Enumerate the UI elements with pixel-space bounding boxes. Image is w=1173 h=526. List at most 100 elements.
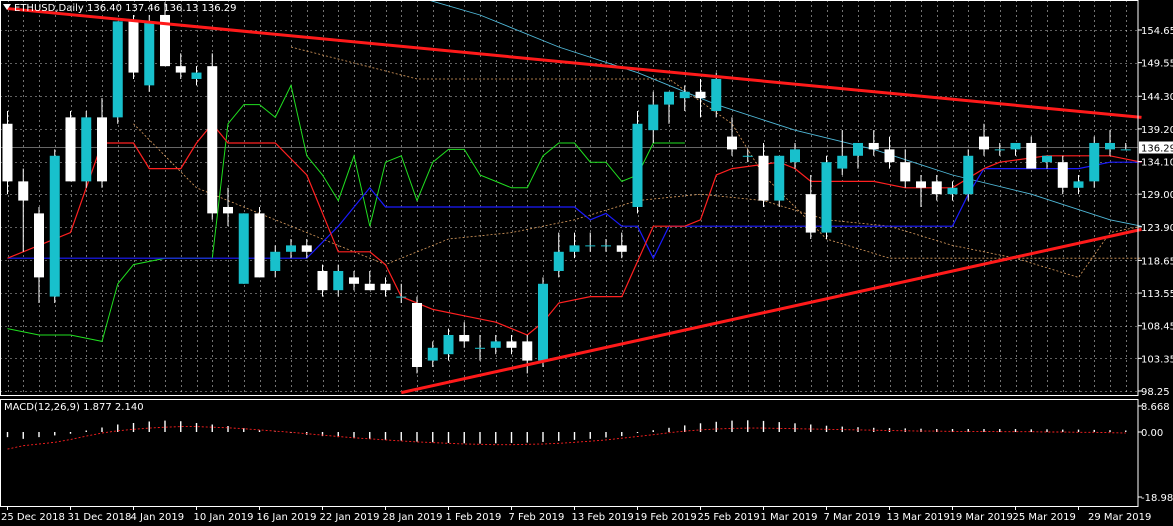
candle-body-bear: [931, 181, 942, 195]
candle-body-bear: [979, 136, 989, 150]
candle-body-bull: [1042, 155, 1052, 163]
date-tick-label: 10 Jan 2019: [194, 512, 254, 523]
date-axis: 25 Dec 2018 31 Dec 2018 4 Jan 2019 10 Jan 2…: [1, 506, 1151, 523]
date-tick-label: 7 Mar 2019: [824, 512, 881, 523]
candle-body-bull: [191, 72, 202, 79]
candle-body-bull: [427, 347, 438, 361]
candle-body-bull: [1105, 142, 1115, 150]
candle-body-bull: [144, 21, 155, 86]
date-tick-label: 19 Mar 2019: [950, 512, 1013, 523]
candle-body-bull: [49, 155, 60, 297]
candle-body-bear: [916, 181, 926, 188]
date-tick-label: 16 Jan 2019: [257, 512, 317, 523]
candle-body-bull: [648, 104, 659, 131]
macd-info-text: MACD(12,26,9) 1.877 2.140: [4, 402, 144, 413]
candle-body-bull: [270, 251, 281, 271]
date-tick-label: 13 Mar 2019: [887, 512, 950, 523]
date-tick-label: 28 Jan 2019: [383, 512, 443, 523]
moving-average-line: [426, 0, 1142, 227]
candle-body-bull: [1010, 142, 1021, 150]
candle-body-bull: [947, 187, 958, 195]
candle-body-bull: [475, 347, 485, 349]
price-tick-label: 98.25: [1141, 387, 1170, 398]
price-tick-label: 149.55: [1141, 59, 1173, 70]
candle-body-bull: [742, 155, 753, 157]
candlestick-series: [2, 2, 1131, 374]
candle-body-bull: [396, 296, 407, 298]
date-tick-label: 25 Feb 2019: [698, 512, 760, 523]
price-tick-label: 113.55: [1141, 289, 1173, 300]
candle-body-bear: [412, 302, 422, 367]
date-tick-label: 31 Dec 2018: [68, 512, 132, 523]
candle-body-bear: [1026, 142, 1037, 169]
candle-body-bull: [632, 123, 643, 207]
candle-body-bull: [994, 149, 1005, 151]
candle-body-bull: [711, 78, 722, 111]
candle-body-bear: [254, 213, 265, 278]
candle-body-bull: [286, 245, 296, 252]
candle-body-bear: [695, 91, 706, 99]
candle-body-bear: [175, 66, 186, 73]
date-tick-label: 19 Feb 2019: [635, 512, 697, 523]
candle-body-bull: [1073, 181, 1084, 188]
candle-body-bull: [1120, 149, 1131, 151]
macd-tick-label: 8.668: [1141, 402, 1170, 413]
candle-body-bull: [333, 270, 344, 291]
candle-body-bear: [364, 283, 375, 291]
last-price-label: 136.29: [1141, 144, 1173, 155]
price-tick-label: 103.35: [1141, 354, 1173, 365]
candle-body-bull: [774, 155, 785, 201]
price-tick-label: 118.65: [1141, 256, 1173, 267]
chart-frame: [0, 0, 1139, 507]
ethusd-daily-chart: 154.65 149.55 144.30 139.20 134.10 129.00 123.…: [0, 0, 1173, 523]
price-tick-label: 134.10: [1141, 158, 1173, 169]
candle-body-bull: [821, 162, 832, 233]
price-axis: 154.65 149.55 144.30 139.20 134.10 129.00 123.…: [1138, 26, 1173, 504]
macd-signal-line: [7, 426, 1126, 450]
price-tick-label: 108.45: [1141, 322, 1173, 333]
candle-body-bull: [664, 91, 674, 105]
price-header: ETHUSD,Daily 136.40 137.46 136.13 136.29: [3, 3, 236, 14]
candle-body-bull: [837, 155, 848, 169]
date-tick-label: 1 Feb 2019: [446, 512, 502, 523]
candle-body-bear: [884, 149, 895, 163]
price-tick-label: 139.20: [1141, 125, 1173, 136]
candle-body-bull: [963, 155, 974, 195]
candle-body-bear: [223, 206, 233, 214]
candle-body-bull: [490, 341, 501, 348]
macd-panel: [6, 420, 1127, 450]
candle-body-bull: [585, 245, 596, 247]
candle-body-bull: [538, 283, 548, 361]
candle-body-bear: [900, 162, 911, 182]
candle-body-bear: [805, 194, 816, 233]
candle-body-bear: [128, 21, 139, 73]
candle-body-bear: [317, 270, 328, 291]
candle-body-bear: [459, 334, 470, 342]
candle-body-bear: [380, 283, 391, 291]
date-tick-label: 29 Mar 2019: [1088, 512, 1151, 523]
price-tick-label: 129.00: [1141, 190, 1173, 201]
candle-body-bull: [238, 213, 249, 284]
symbol-info-text: ETHUSD,Daily 136.40 137.46 136.13 136.29: [14, 3, 236, 14]
candle-body-bull: [81, 117, 92, 182]
candle-body-bull: [601, 245, 611, 247]
price-panel-border: [0, 0, 1139, 396]
price-tick-label: 144.30: [1141, 92, 1173, 103]
candle-body-bull: [853, 142, 863, 156]
candle-body-bear: [616, 245, 627, 252]
price-tick-label: 154.65: [1141, 26, 1173, 37]
candle-body-bull: [679, 91, 690, 99]
candle-body-bear: [349, 277, 359, 284]
candle-body-bear: [301, 245, 312, 252]
candle-body-bear: [758, 155, 769, 201]
candle-body-bull: [112, 21, 123, 118]
candle-body-bear: [34, 213, 44, 278]
candle-body-bear: [506, 341, 517, 348]
candle-body-bear: [868, 142, 879, 150]
upper-trendline: [7, 7, 1142, 119]
date-tick-label: 13 Feb 2019: [572, 512, 634, 523]
candle-body-bear: [97, 117, 107, 182]
date-tick-label: 7 Feb 2019: [509, 512, 565, 523]
macd-panel-border: [0, 399, 1139, 507]
last-price-marker: 136.29: [1139, 141, 1173, 155]
